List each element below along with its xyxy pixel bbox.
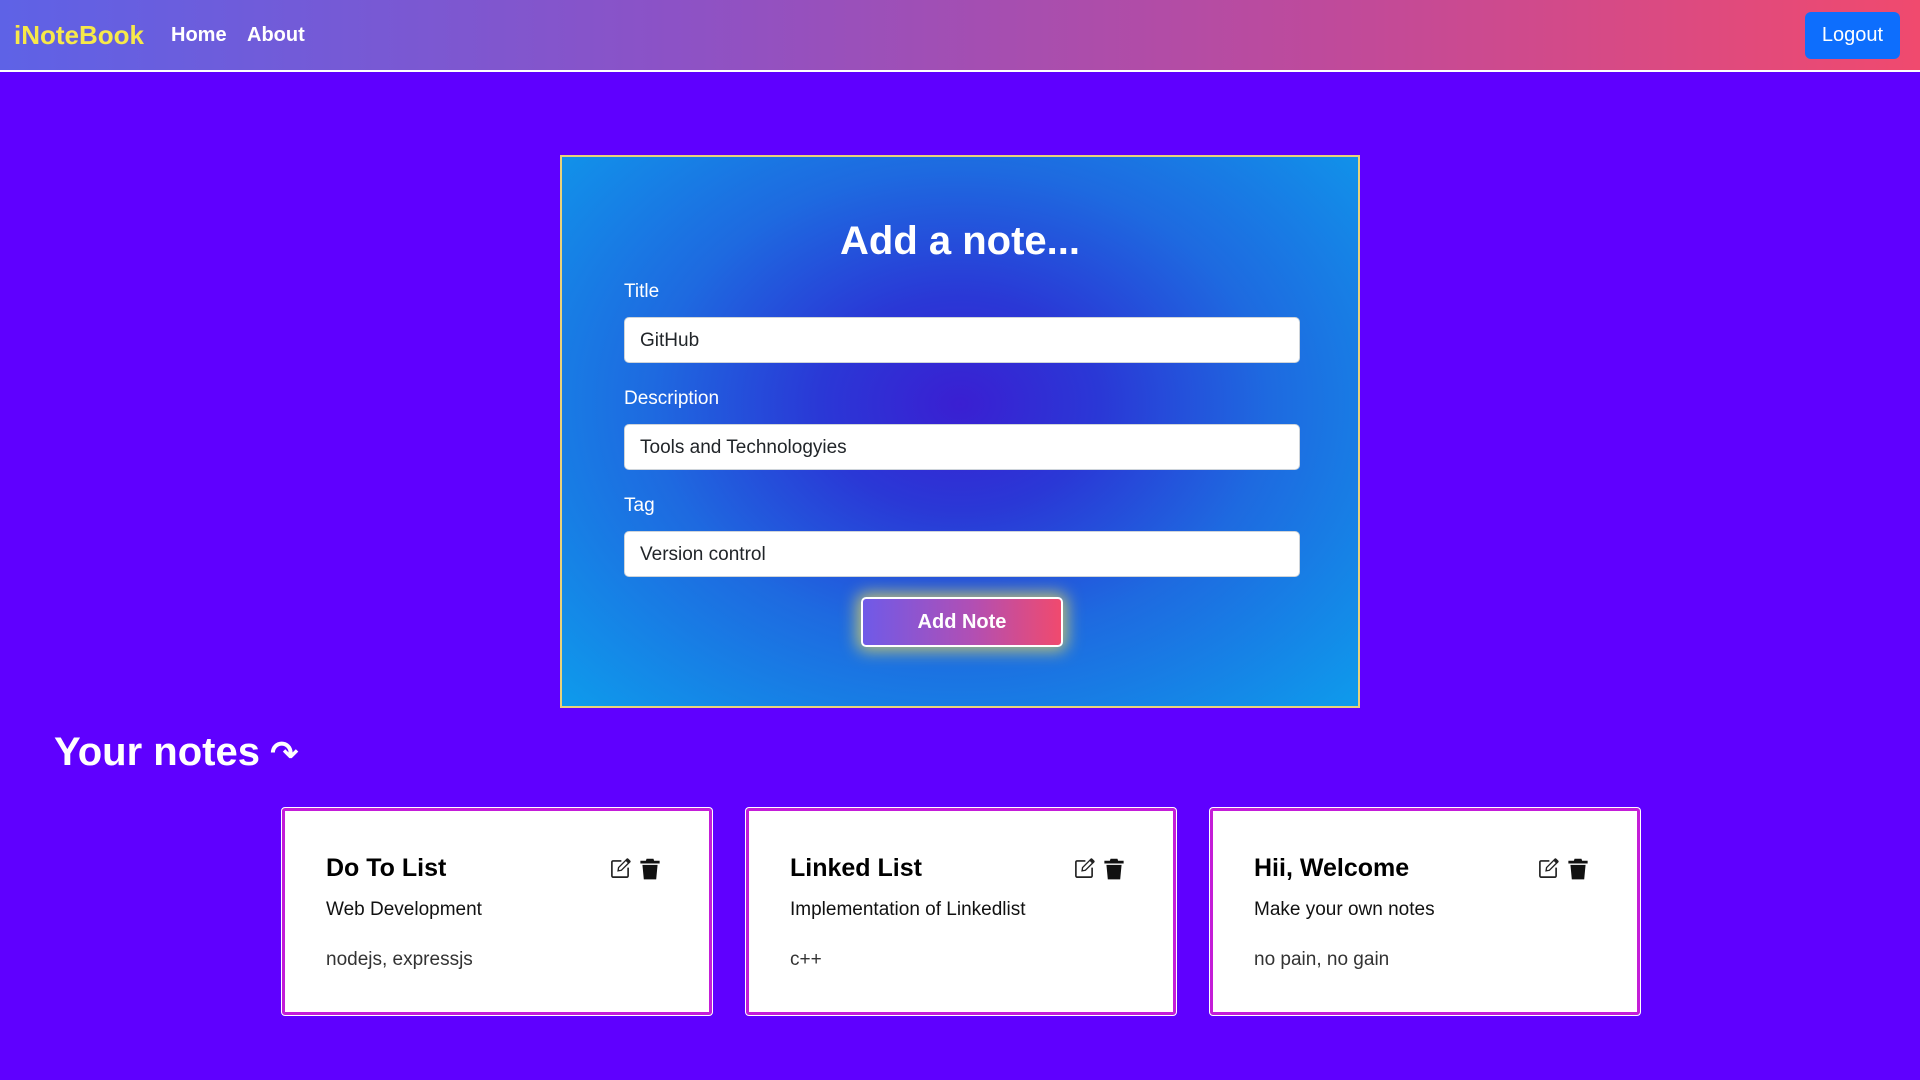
- note-tag: no pain, no gain: [1254, 949, 1390, 970]
- add-note-button[interactable]: Add Note: [861, 597, 1063, 647]
- tag-label: Tag: [624, 495, 655, 516]
- note-description: Web Development: [326, 899, 482, 920]
- note-card: Linked List Implementation of Linkedlist…: [746, 808, 1176, 1015]
- trash-icon[interactable]: [639, 858, 661, 880]
- note-tag: nodejs, expressjs: [326, 949, 473, 970]
- trash-icon[interactable]: [1103, 858, 1125, 880]
- description-input[interactable]: Tools and Technologyies: [624, 424, 1300, 470]
- nav-link-home[interactable]: Home: [171, 24, 227, 47]
- logout-button[interactable]: Logout: [1805, 12, 1900, 59]
- title-label: Title: [624, 281, 660, 302]
- note-actions: [1537, 858, 1589, 880]
- add-note-panel: Add a note... Title GitHub Description T…: [560, 155, 1360, 708]
- note-description: Make your own notes: [1254, 899, 1435, 920]
- edit-icon[interactable]: [609, 858, 631, 880]
- note-title: Do To List: [326, 854, 447, 882]
- note-card: Hii, Welcome Make your own notes no pain…: [1210, 808, 1640, 1015]
- navbar: iNoteBook Home About Logout: [0, 0, 1920, 72]
- brand-logo[interactable]: iNoteBook: [14, 20, 144, 51]
- your-notes-title: Your notes: [54, 730, 260, 774]
- edit-icon[interactable]: [1537, 858, 1559, 880]
- note-card: Do To List Web Development nodejs, expre…: [282, 808, 712, 1015]
- description-label: Description: [624, 388, 720, 409]
- trash-icon[interactable]: [1567, 858, 1589, 880]
- curved-arrow-icon: ↷: [269, 735, 299, 773]
- note-actions: [609, 858, 661, 880]
- note-description: Implementation of Linkedlist: [790, 899, 1026, 920]
- edit-icon[interactable]: [1073, 858, 1095, 880]
- your-notes-heading: Your notes ↷: [54, 730, 298, 775]
- note-tag: c++: [790, 949, 822, 970]
- note-title: Linked List: [790, 854, 922, 882]
- note-actions: [1073, 858, 1125, 880]
- nav-link-about[interactable]: About: [247, 24, 305, 47]
- tag-input[interactable]: Version control: [624, 531, 1300, 577]
- add-note-heading: Add a note...: [840, 219, 1080, 263]
- note-title: Hii, Welcome: [1254, 854, 1410, 882]
- title-input[interactable]: GitHub: [624, 317, 1300, 363]
